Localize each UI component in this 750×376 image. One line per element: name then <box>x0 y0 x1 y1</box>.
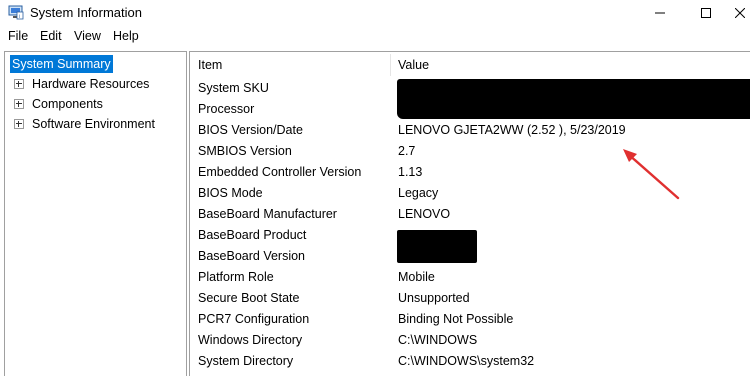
value-cell: LENOVO GJETA2WW (2.52 ), 5/23/2019 <box>398 123 626 137</box>
item-cell: BaseBoard Manufacturer <box>198 207 337 221</box>
menu-file[interactable]: File <box>8 29 28 43</box>
system-information-app-icon: i <box>8 5 24 20</box>
item-cell: BIOS Version/Date <box>198 123 303 137</box>
table-row[interactable]: BIOS Version/Date LENOVO GJETA2WW (2.52 … <box>190 120 750 141</box>
value-cell: Binding Not Possible <box>398 312 514 326</box>
column-divider[interactable] <box>390 54 391 76</box>
table-row[interactable]: Windows Directory C:\WINDOWS <box>190 330 750 351</box>
item-cell: Embedded Controller Version <box>198 165 362 179</box>
table-row[interactable]: Secure Boot State Unsupported <box>190 288 750 309</box>
title-bar: i System Information <box>0 0 750 26</box>
minimize-button[interactable] <box>637 0 683 26</box>
tree-item-label[interactable]: Software Environment <box>30 115 157 133</box>
value-cell: C:\WINDOWS <box>398 333 478 347</box>
annotation-arrow-icon <box>623 149 680 200</box>
menu-help[interactable]: Help <box>113 29 139 43</box>
value-cell: Legacy <box>398 186 439 200</box>
item-cell: System Directory <box>198 354 294 368</box>
item-cell: Secure Boot State <box>198 291 300 305</box>
close-button[interactable] <box>729 0 750 26</box>
category-tree[interactable]: System Summary Hardware Resources Compon… <box>4 51 187 376</box>
window-title: System Information <box>30 5 142 20</box>
value-cell: LENOVO <box>398 207 451 221</box>
value-cell: Unsupported <box>398 291 470 305</box>
expand-plus-icon[interactable] <box>14 79 24 89</box>
redaction-block <box>397 230 477 263</box>
item-cell: SMBIOS Version <box>198 144 292 158</box>
item-cell: Platform Role <box>198 270 274 284</box>
item-cell: Windows Directory <box>198 333 303 347</box>
tree-item-label[interactable]: System Summary <box>10 55 113 73</box>
value-cell: Mobile <box>398 270 435 284</box>
item-cell: BaseBoard Version <box>198 249 306 263</box>
menu-edit[interactable]: Edit <box>40 29 62 43</box>
value-cell: C:\WINDOWS\system32 <box>398 354 535 368</box>
maximize-icon <box>701 8 711 18</box>
expand-plus-icon[interactable] <box>14 99 24 109</box>
maximize-button[interactable] <box>683 0 729 26</box>
item-cell: Processor <box>198 102 255 116</box>
svg-text:i: i <box>19 14 20 20</box>
table-row[interactable]: PCR7 Configuration Binding Not Possible <box>190 309 750 330</box>
item-cell: BaseBoard Product <box>198 228 307 242</box>
item-cell: PCR7 Configuration <box>198 312 310 326</box>
item-cell: System SKU <box>198 81 269 95</box>
menu-view[interactable]: View <box>74 29 101 43</box>
menu-bar: File Edit View Help <box>0 26 750 46</box>
tree-item-label[interactable]: Hardware Resources <box>30 75 151 93</box>
table-row[interactable]: System Directory C:\WINDOWS\system32 <box>190 351 750 372</box>
expand-plus-icon[interactable] <box>14 119 24 129</box>
minimize-icon <box>655 12 665 14</box>
column-header-item[interactable]: Item <box>198 52 222 78</box>
tree-item-label[interactable]: Components <box>30 95 105 113</box>
close-icon <box>734 8 745 18</box>
details-list[interactable]: Item Value System SKU Processor BIOS Ver… <box>189 51 750 376</box>
table-row[interactable]: BaseBoard Manufacturer LENOVO <box>190 204 750 225</box>
column-header-value[interactable]: Value <box>398 52 429 78</box>
value-cell: 1.13 <box>398 165 423 179</box>
table-row[interactable]: Platform Role Mobile <box>190 267 750 288</box>
value-cell: 2.7 <box>398 144 416 158</box>
redaction-block <box>397 79 750 119</box>
item-cell: BIOS Mode <box>198 186 263 200</box>
